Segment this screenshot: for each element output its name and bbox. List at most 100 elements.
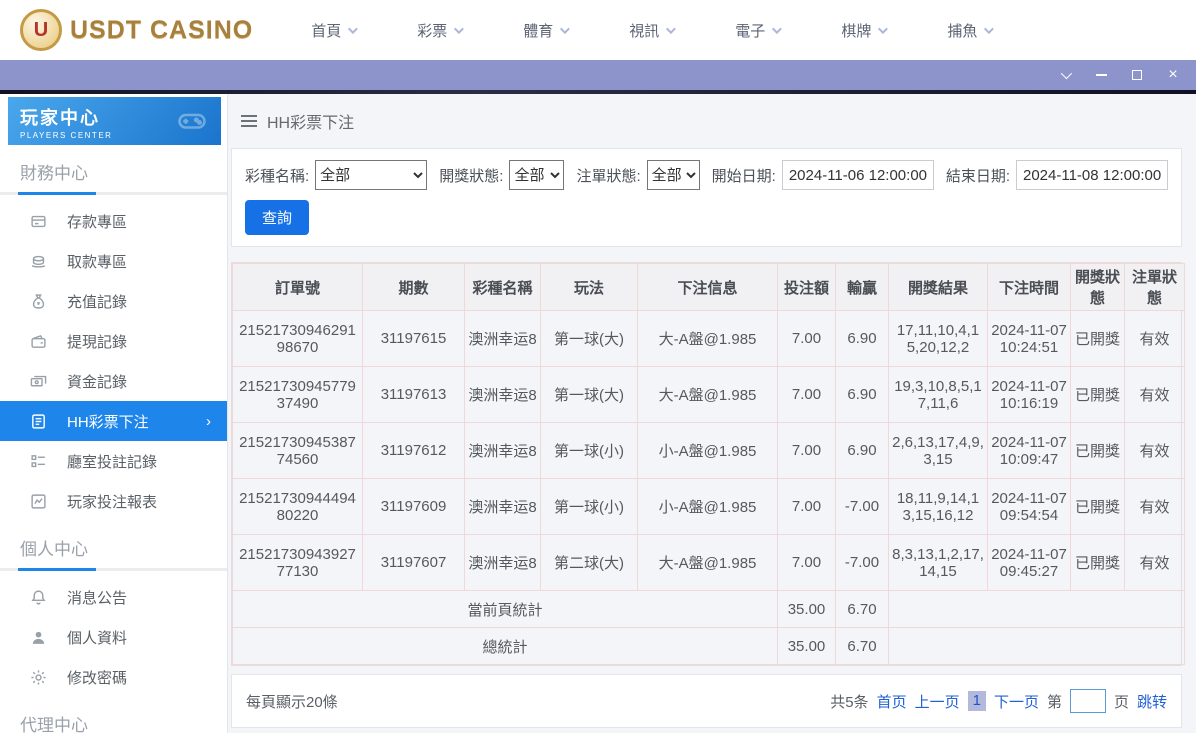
jump-prefix-text: 第 [1046, 693, 1062, 711]
sidebar-item-hall-bet-record[interactable]: 廳室投註記錄 [0, 441, 227, 481]
first-page-link[interactable]: 首页 [877, 691, 907, 712]
table-row: 2152173094629198670 31197615 澳洲幸运8 第一球(大) 大-… [232, 310, 1185, 367]
cell-lottery-name: 澳洲幸运8 [464, 310, 541, 367]
jump-link[interactable]: 跳转 [1137, 691, 1167, 712]
cell-winloss: 6.90 [835, 310, 889, 367]
cell-lottery-name: 澳洲幸运8 [464, 366, 541, 423]
gamepad-icon [177, 105, 207, 140]
nav-item-lottery[interactable]: 彩票 [417, 20, 465, 41]
cell-period: 31197607 [362, 534, 465, 591]
nav-item-cards[interactable]: 棋牌 [841, 20, 889, 41]
sidebar: 玩家中心 PLAYERS CENTER 財務中心 存款專區 取款專區 充值記錄 [0, 94, 228, 733]
sidebar-item-deposit[interactable]: 存款專區 [0, 201, 227, 241]
bets-table-container: 訂單號 期數 彩種名稱 玩法 下注信息 投注額 輸贏 開獎結果 下注時間 開獎狀… [231, 262, 1185, 666]
start-date-input[interactable] [781, 160, 934, 190]
table-row: 2152173094449480220 31197609 澳洲幸运8 第一球(小) 小-… [232, 478, 1185, 535]
filter-panel: 彩種名稱: 全部 開獎狀態: 全部 注單狀態: 全部 開始日期: 結束日期: 查… [231, 148, 1182, 247]
chevron-right-icon: › [206, 412, 211, 430]
nav-label: 彩票 [417, 22, 448, 40]
current-page-badge: 1 [967, 691, 986, 711]
deposit-card-icon [30, 213, 47, 230]
nav-item-live[interactable]: 視訊 [629, 20, 677, 41]
site-logo[interactable]: U USDT CASINO [20, 9, 253, 51]
bell-icon [30, 589, 47, 606]
logo-badge-icon: U [20, 9, 62, 51]
maximize-icon[interactable] [1130, 68, 1144, 82]
query-button[interactable]: 查詢 [245, 200, 310, 235]
cell-bet-time: 2024-11-07 10:16:19 [987, 366, 1071, 423]
table-row: 2152173094577937490 31197613 澳洲幸运8 第一球(大) 大-… [232, 366, 1185, 423]
app-window: U USDT CASINO 首頁 彩票 體育 視訊 電子 棋牌 捕魚 × 玩家中… [0, 0, 1196, 733]
section-rule [0, 568, 227, 571]
money-bag-icon [30, 293, 47, 310]
nav-label: 捕魚 [947, 22, 978, 40]
end-date-input[interactable] [1016, 160, 1168, 190]
cell-bet-amount: 7.00 [777, 310, 836, 367]
cell-draw-result: 18,11,9,14,13,15,16,12 [888, 478, 988, 535]
cell-play-type: 第一球(小) [540, 422, 638, 479]
cell-winloss: 6.90 [835, 422, 889, 479]
sidebar-item-label: HH彩票下注 [67, 413, 149, 431]
coins-hand-icon [30, 253, 47, 270]
table-header-row: 訂單號 期數 彩種名稱 玩法 下注信息 投注額 輸贏 開獎結果 下注時間 開獎狀… [232, 263, 1185, 311]
chevron-down-icon [772, 23, 783, 34]
cell-order-status: 有效 [1124, 478, 1185, 535]
chevron-down-icon [560, 23, 571, 34]
cell-order-status: 有效 [1124, 366, 1185, 423]
cell-draw-status: 已開獎 [1070, 478, 1125, 535]
chevron-down-icon [348, 23, 359, 34]
cell-lottery-name: 澳洲幸运8 [464, 478, 541, 535]
cell-bet-amount: 7.00 [777, 478, 836, 535]
start-date-label: 開始日期: [711, 167, 776, 185]
summary-winloss-total: 6.70 [835, 627, 889, 665]
nav-label: 體育 [523, 22, 554, 40]
draw-status-select[interactable]: 全部 [509, 160, 565, 190]
hamburger-menu-icon[interactable] [241, 115, 257, 127]
minimize-icon[interactable] [1094, 68, 1108, 82]
cell-bet-info: 小-A盤@1.985 [637, 422, 778, 479]
table-row: 2152173094538774560 31197612 澳洲幸运8 第一球(小) 小-… [232, 422, 1185, 479]
next-page-link[interactable]: 下一页 [994, 691, 1039, 712]
cell-bet-amount: 7.00 [777, 422, 836, 479]
section-rule [0, 192, 227, 195]
lottery-name-select[interactable]: 全部 [315, 160, 428, 190]
sidebar-item-hh-lottery-bets[interactable]: HH彩票下注 › [0, 401, 227, 441]
prev-page-link[interactable]: 上一页 [915, 691, 960, 712]
nav-item-home[interactable]: 首頁 [311, 20, 359, 41]
page-number-input[interactable] [1069, 689, 1106, 713]
cell-order-no: 2152173094392777130 [232, 534, 363, 591]
sidebar-item-funds-record[interactable]: 資金記錄 [0, 361, 227, 401]
collapse-chevron-icon[interactable] [1058, 67, 1073, 82]
cell-draw-result: 2,6,13,17,4,9,3,15 [888, 422, 988, 479]
nav-item-slots[interactable]: 電子 [735, 20, 783, 41]
summary-winloss-total: 6.70 [835, 590, 889, 628]
sidebar-item-label: 消息公告 [67, 589, 128, 607]
sidebar-item-recharge-record[interactable]: 充值記錄 [0, 281, 227, 321]
sidebar-item-change-password[interactable]: 修改密碼 [0, 657, 227, 697]
sidebar-item-withdrawal-record[interactable]: 提現記錄 [0, 321, 227, 361]
summary-label: 當前頁統計 [232, 590, 778, 628]
site-header: U USDT CASINO 首頁 彩票 體育 視訊 電子 棋牌 捕魚 [0, 0, 1196, 60]
cell-play-type: 第一球(大) [540, 310, 638, 367]
close-icon[interactable]: × [1166, 67, 1180, 83]
sidebar-item-player-report[interactable]: 玩家投注報表 [0, 481, 227, 521]
cell-order-status: 有效 [1124, 422, 1185, 479]
nav-item-sports[interactable]: 體育 [523, 20, 571, 41]
sidebar-item-announcements[interactable]: 消息公告 [0, 577, 227, 617]
cell-order-no: 2152173094577937490 [232, 366, 363, 423]
sidebar-item-profile[interactable]: 個人資料 [0, 617, 227, 657]
cell-draw-result: 8,3,13,1,2,17,14,15 [888, 534, 988, 591]
cell-winloss: -7.00 [835, 534, 889, 591]
bet-document-icon [30, 413, 47, 430]
cell-draw-result: 19,3,10,8,5,17,11,6 [888, 366, 988, 423]
col-draw-status: 開獎狀態 [1070, 263, 1125, 311]
cell-order-status: 有效 [1124, 534, 1185, 591]
nav-item-fishing[interactable]: 捕魚 [947, 20, 995, 41]
window-titlebar: × [0, 60, 1196, 90]
section-title-finance: 財務中心 [20, 164, 88, 183]
cell-order-no: 2152173094538774560 [232, 422, 363, 479]
col-winloss: 輸贏 [835, 263, 889, 311]
order-status-select[interactable]: 全部 [646, 160, 700, 190]
sidebar-item-withdraw[interactable]: 取款專區 [0, 241, 227, 281]
cell-order-no: 2152173094629198670 [232, 310, 363, 367]
